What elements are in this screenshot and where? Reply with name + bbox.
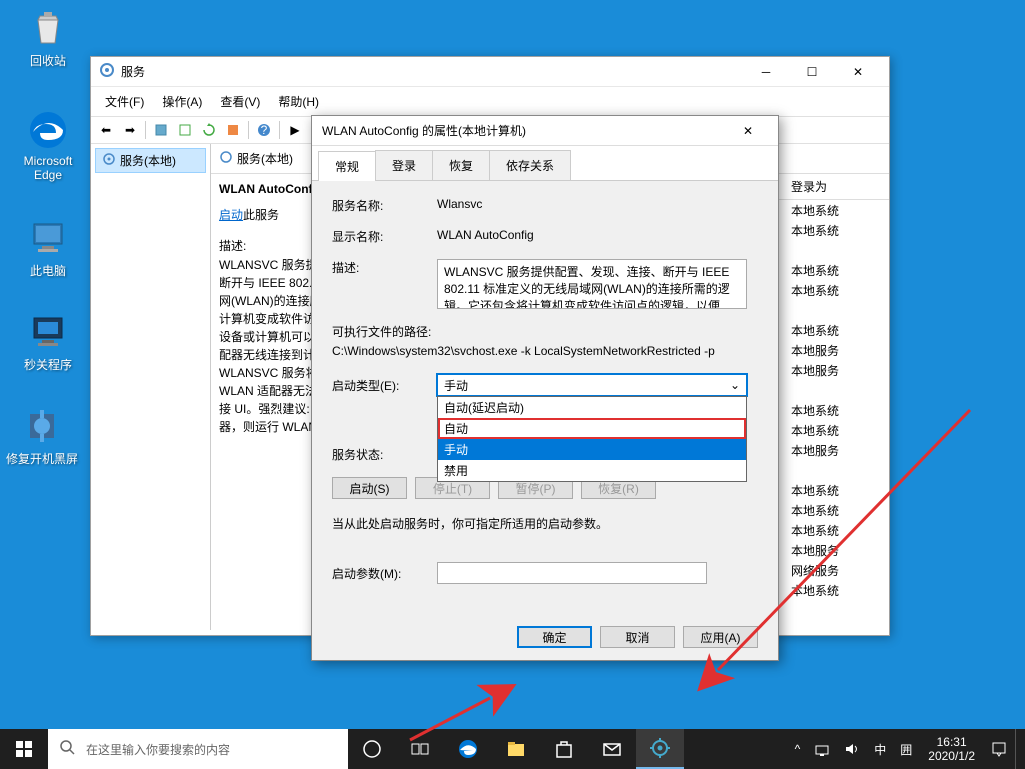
back-button[interactable]: ⬅ xyxy=(95,119,117,141)
edge-taskbar-icon[interactable] xyxy=(444,729,492,769)
dialog-titlebar[interactable]: WLAN AutoConfig 的属性(本地计算机) ✕ xyxy=(312,116,778,146)
start-button[interactable]: 启动(S) xyxy=(332,477,407,499)
gear-icon xyxy=(219,150,233,167)
tab-recovery[interactable]: 恢复 xyxy=(432,150,490,180)
menu-view[interactable]: 查看(V) xyxy=(212,89,268,114)
fix-icon xyxy=(22,406,62,446)
refresh-button[interactable] xyxy=(198,119,220,141)
left-panel-item[interactable]: 服务(本地) xyxy=(95,148,206,173)
gear-icon xyxy=(99,62,115,81)
apply-button[interactable]: 应用(A) xyxy=(683,626,758,648)
desktop-icon-label: 秒关程序 xyxy=(10,356,86,373)
desktop-icon-edge[interactable]: Microsoft Edge xyxy=(10,110,86,182)
taskbar-clock[interactable]: 16:31 2020/1/2 xyxy=(920,735,983,764)
menu-help[interactable]: 帮助(H) xyxy=(270,89,327,114)
startup-type-combo[interactable]: 手动 ⌄ xyxy=(437,374,747,396)
params-label: 启动参数(M): xyxy=(332,565,437,582)
search-icon xyxy=(60,740,76,759)
startup-type-dropdown: 自动(延迟启动) 自动 手动 禁用 xyxy=(437,396,747,482)
toolbar-btn[interactable] xyxy=(150,119,172,141)
search-placeholder: 在这里输入你要搜索的内容 xyxy=(86,741,230,758)
pc-icon xyxy=(28,218,68,258)
tab-dependencies[interactable]: 依存关系 xyxy=(489,150,571,180)
toolbar-btn[interactable] xyxy=(222,119,244,141)
dialog-title: WLAN AutoConfig 的属性(本地计算机) xyxy=(322,122,728,139)
params-input[interactable] xyxy=(437,562,707,584)
mail-taskbar-icon[interactable] xyxy=(588,729,636,769)
toolbar-btn[interactable] xyxy=(174,119,196,141)
desktop-icon-label: 修复开机黑屏 xyxy=(4,450,80,467)
option-auto[interactable]: 自动 xyxy=(438,418,746,439)
close-button[interactable]: ✕ xyxy=(835,57,881,87)
option-manual[interactable]: 手动 xyxy=(438,439,746,460)
taskbar: 在这里输入你要搜索的内容 ^ 中 囲 16:31 2020/1/2 xyxy=(0,729,1025,769)
desktop-icon-label: 此电脑 xyxy=(10,262,86,279)
startup-type-label: 启动类型(E): xyxy=(332,377,437,394)
show-desktop[interactable] xyxy=(1015,729,1021,769)
tray-network-icon[interactable] xyxy=(808,729,836,769)
settings-taskbar-icon[interactable] xyxy=(636,729,684,769)
tray-chevron-icon[interactable]: ^ xyxy=(789,729,807,769)
properties-dialog: WLAN AutoConfig 的属性(本地计算机) ✕ 常规 登录 恢复 依存… xyxy=(311,115,779,661)
notification-icon[interactable] xyxy=(985,729,1013,769)
maximize-button[interactable]: ☐ xyxy=(789,57,835,87)
close-button[interactable]: ✕ xyxy=(728,117,768,145)
help-button[interactable]: ? xyxy=(253,119,275,141)
dialog-tabs: 常规 登录 恢复 依存关系 xyxy=(312,146,778,181)
gear-icon xyxy=(102,152,116,169)
menu-file[interactable]: 文件(F) xyxy=(97,89,152,114)
desc-label: 描述: xyxy=(332,259,437,276)
cancel-button[interactable]: 取消 xyxy=(600,626,675,648)
note-text: 当从此处启动服务时，你可指定所适用的启动参数。 xyxy=(332,515,758,532)
service-name-label: 服务名称: xyxy=(332,197,437,214)
start-link[interactable]: 启动 xyxy=(219,208,243,222)
description-box[interactable]: WLANSVC 服务提供配置、发现、连接、断开与 IEEE 802.11 标准定… xyxy=(437,259,747,309)
menu-action[interactable]: 操作(A) xyxy=(154,89,210,114)
cortana-icon[interactable] xyxy=(348,729,396,769)
tab-general[interactable]: 常规 xyxy=(318,151,376,181)
play-button[interactable]: ▶ xyxy=(284,119,306,141)
tray-volume-icon[interactable] xyxy=(838,729,866,769)
option-auto-delayed[interactable]: 自动(延迟启动) xyxy=(438,397,746,418)
start-button[interactable] xyxy=(0,729,48,769)
option-disabled[interactable]: 禁用 xyxy=(438,460,746,481)
exe-path-label: 可执行文件的路径: xyxy=(332,323,758,340)
desktop-icon-this-pc[interactable]: 此电脑 xyxy=(10,218,86,279)
explorer-taskbar-icon[interactable] xyxy=(492,729,540,769)
dialog-body: 服务名称: Wlansvc 显示名称: WLAN AutoConfig 描述: … xyxy=(312,181,778,614)
svg-text:?: ? xyxy=(261,123,268,137)
recycle-bin-icon xyxy=(28,8,68,48)
desktop-icon-sec-close[interactable]: 秒关程序 xyxy=(10,312,86,373)
window-title: 服务 xyxy=(121,63,743,80)
store-taskbar-icon[interactable] xyxy=(540,729,588,769)
desktop-icon-label: 回收站 xyxy=(10,52,86,69)
left-panel: 服务(本地) xyxy=(91,144,211,630)
ok-button[interactable]: 确定 xyxy=(517,626,592,648)
display-name-value: WLAN AutoConfig xyxy=(437,228,758,242)
services-titlebar[interactable]: 服务 ─ ☐ ✕ xyxy=(91,57,889,87)
desktop-icon-fix-black[interactable]: 修复开机黑屏 xyxy=(4,406,80,467)
edge-icon xyxy=(28,110,68,150)
forward-button[interactable]: ➡ xyxy=(119,119,141,141)
monitor-icon xyxy=(28,312,68,352)
exe-path-value: C:\Windows\system32\svchost.exe -k Local… xyxy=(332,344,758,358)
service-name-value: Wlansvc xyxy=(437,197,758,211)
status-label: 服务状态: xyxy=(332,446,437,463)
ime-indicator2[interactable]: 囲 xyxy=(894,729,918,769)
chevron-down-icon: ⌄ xyxy=(730,378,740,392)
ime-indicator[interactable]: 中 xyxy=(868,729,892,769)
tab-logon[interactable]: 登录 xyxy=(375,150,433,180)
menubar: 文件(F) 操作(A) 查看(V) 帮助(H) xyxy=(91,87,889,116)
desktop-icon-label: Microsoft Edge xyxy=(10,154,86,182)
task-view-icon[interactable] xyxy=(396,729,444,769)
dialog-footer: 确定 取消 应用(A) xyxy=(312,614,778,660)
search-box[interactable]: 在这里输入你要搜索的内容 xyxy=(48,729,348,769)
display-name-label: 显示名称: xyxy=(332,228,437,245)
minimize-button[interactable]: ─ xyxy=(743,57,789,87)
desktop-icon-recycle-bin[interactable]: 回收站 xyxy=(10,8,86,69)
